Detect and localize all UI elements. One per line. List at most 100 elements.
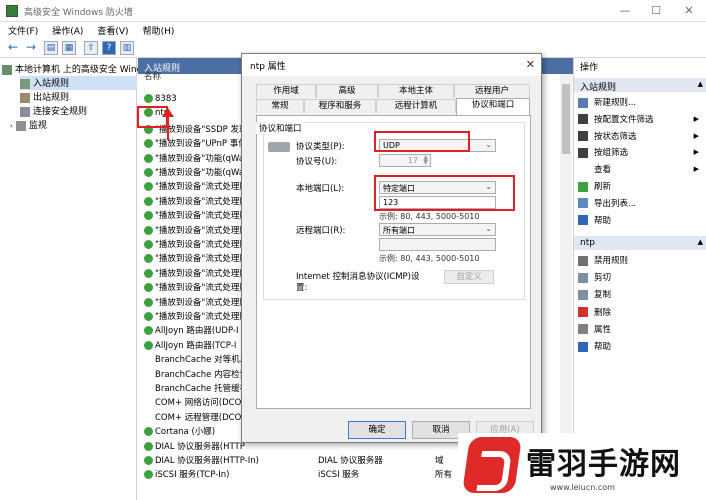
expand-chevron-icon[interactable]: › bbox=[10, 122, 13, 130]
rule-name: DIAL 协议服务器(HTTP bbox=[155, 441, 245, 452]
action-item[interactable]: 禁用规则 bbox=[578, 254, 703, 268]
collapse-icon[interactable]: ▲ bbox=[698, 80, 703, 88]
up-folder-icon[interactable]: ▤ bbox=[44, 41, 58, 55]
tab-local-principals[interactable]: 本地主体 bbox=[378, 84, 454, 98]
ntp-properties-dialog: ntp 属性 ✕ 作用域 高级 本地主体 远程用户 常规 程序和服务 远程计算机… bbox=[241, 53, 542, 443]
action-item[interactable]: 删除 bbox=[578, 306, 703, 320]
rule-enabled-icon bbox=[144, 268, 153, 278]
action-item[interactable]: 按状态筛选 ▶ bbox=[578, 130, 703, 144]
inbound-rules-icon bbox=[20, 78, 30, 89]
rule-name: 8383 bbox=[155, 94, 177, 104]
table-row[interactable]: iSCSI 服务(TCP-In) bbox=[144, 468, 264, 482]
remote-port-label: 远程端口(R): bbox=[296, 226, 346, 236]
maximize-button[interactable]: ☐ bbox=[645, 3, 667, 19]
actions-header: 操作 bbox=[580, 63, 599, 73]
watermark: 雷羽手游网 www.leiucn.com bbox=[458, 433, 706, 500]
action-item[interactable]: 导出列表... bbox=[578, 197, 703, 211]
chevron-down-icon: ⌄ bbox=[485, 140, 492, 149]
remote-port-select[interactable]: 所有端口 ⌄ bbox=[379, 223, 496, 236]
firewall-app-icon bbox=[6, 5, 18, 17]
tab-advanced[interactable]: 高级 bbox=[316, 84, 378, 98]
action-item[interactable]: 属性 bbox=[578, 323, 703, 337]
tab-remote-users[interactable]: 远程用户 bbox=[454, 84, 530, 98]
protocol-number-field: 17 ▲ ▼ bbox=[379, 154, 431, 167]
action-item[interactable]: 按组筛选 ▶ bbox=[578, 146, 703, 160]
rule-name: "播放到设备"流式处理服 bbox=[155, 225, 248, 236]
submenu-arrow-icon: ▶ bbox=[693, 114, 699, 123]
connection-security-icon bbox=[20, 106, 30, 117]
export-icon[interactable]: ⇪ bbox=[84, 41, 98, 55]
ok-button[interactable]: 确定 bbox=[348, 421, 406, 439]
tree-root[interactable]: 本地计算机 上的高级安全 Wind bbox=[2, 62, 139, 76]
rule-enabled-icon bbox=[144, 182, 153, 192]
tree-item-monitoring[interactable]: › 监视 bbox=[10, 118, 147, 132]
rule-enabled-icon bbox=[144, 340, 153, 350]
menu-help[interactable]: 帮助(H) bbox=[135, 22, 181, 37]
rule-enabled-icon bbox=[144, 398, 153, 407]
rule-name: BranchCache 内容检索 bbox=[155, 369, 249, 380]
tab-protocols-ports[interactable]: 协议和端口 bbox=[456, 98, 530, 115]
local-port-label: 本地端口(L): bbox=[296, 184, 345, 194]
action-label: 新建规则... bbox=[594, 98, 637, 108]
menu-view[interactable]: 查看(V) bbox=[89, 22, 134, 37]
chevron-down-icon: ⌄ bbox=[485, 224, 492, 233]
protocol-type-label: 协议类型(P): bbox=[296, 142, 345, 152]
rule-name: COM+ 网络访问(DCO bbox=[155, 398, 242, 409]
rule-name: "播放到设备"流式处理服 bbox=[155, 240, 248, 250]
action-label: 帮助 bbox=[594, 342, 612, 352]
show-tree-icon[interactable]: ▦ bbox=[62, 41, 76, 55]
table-row[interactable]: DIAL 协议服务器(HTTP-In) bbox=[144, 454, 264, 468]
actions-section-ntp[interactable]: ntp ▲ bbox=[574, 236, 706, 250]
action-item[interactable]: 复制 bbox=[578, 288, 703, 302]
help-icon bbox=[578, 215, 588, 226]
action-item[interactable]: 帮助 bbox=[578, 214, 703, 228]
rule-enabled-icon bbox=[144, 355, 153, 364]
help-icon[interactable]: ? bbox=[102, 41, 116, 55]
rule-name: "播放到设备"功能(qWav bbox=[155, 153, 250, 164]
tab-scope[interactable]: 作用域 bbox=[256, 84, 316, 98]
highlight-local-port bbox=[374, 175, 515, 211]
rule-enabled-icon bbox=[144, 139, 153, 149]
action-item[interactable]: 帮助 bbox=[578, 340, 703, 354]
action-label: 禁用规则 bbox=[594, 256, 629, 266]
action-label: 按配置文件筛选 bbox=[594, 114, 654, 125]
rule-enabled-icon bbox=[144, 470, 153, 480]
filter-icon bbox=[578, 131, 588, 142]
tab-remote-computers[interactable]: 远程计算机 bbox=[376, 99, 456, 113]
rule-name: "播放到设备"流式处理服 bbox=[155, 196, 248, 207]
properties-icon[interactable]: ▥ bbox=[120, 41, 134, 55]
action-item[interactable]: 按配置文件筛选 ▶ bbox=[578, 113, 703, 127]
customize-button[interactable]: 自定义 bbox=[444, 270, 494, 284]
rule-name: iSCSI 服务(TCP-In) bbox=[155, 470, 230, 481]
forward-icon[interactable]: → bbox=[24, 41, 38, 55]
actions-section-inbound[interactable]: 入站规则 ▲ bbox=[574, 78, 706, 93]
tab-general[interactable]: 常规 bbox=[256, 99, 304, 113]
collapse-icon[interactable]: ▲ bbox=[698, 238, 703, 246]
dialog-title: ntp 属性 bbox=[242, 54, 541, 76]
action-label: 删除 bbox=[594, 307, 612, 318]
tab-programs-services[interactable]: 程序和服务 bbox=[304, 99, 376, 113]
scrollbar-thumb[interactable] bbox=[562, 84, 570, 154]
action-item[interactable]: 剪切 bbox=[578, 271, 703, 285]
menu-file[interactable]: 文件(F) bbox=[0, 22, 44, 37]
filter-icon bbox=[578, 147, 588, 158]
minimize-button[interactable]: — bbox=[614, 3, 636, 19]
action-item[interactable]: 查看 ▶ bbox=[578, 163, 703, 177]
tree-item-inbound-rules[interactable]: 入站规则 bbox=[20, 76, 137, 90]
action-item[interactable]: 新建规则... bbox=[578, 96, 703, 110]
menu-action[interactable]: 操作(A) bbox=[44, 22, 89, 37]
close-button[interactable]: ✕ bbox=[678, 3, 700, 19]
rule-name: Cortana (小娜) bbox=[155, 427, 216, 438]
disable-icon bbox=[578, 255, 588, 266]
back-icon[interactable]: ← bbox=[6, 41, 20, 55]
rule-enabled-icon bbox=[144, 225, 153, 235]
remote-port-hint: 示例: 80, 443, 5000-5010 bbox=[379, 254, 480, 263]
rule-name: "播放到设备"UPnP 事件 bbox=[155, 139, 247, 150]
tree-item-outbound-rules[interactable]: 出站规则 bbox=[20, 90, 157, 104]
action-item[interactable]: 刷新 bbox=[578, 180, 703, 194]
rule-enabled-icon bbox=[144, 413, 153, 422]
cut-icon bbox=[578, 272, 588, 283]
rule-name: DIAL 协议服务器(HTTP-In) bbox=[155, 456, 259, 466]
dialog-close-icon[interactable]: ✕ bbox=[526, 58, 535, 71]
delete-icon bbox=[578, 307, 588, 318]
